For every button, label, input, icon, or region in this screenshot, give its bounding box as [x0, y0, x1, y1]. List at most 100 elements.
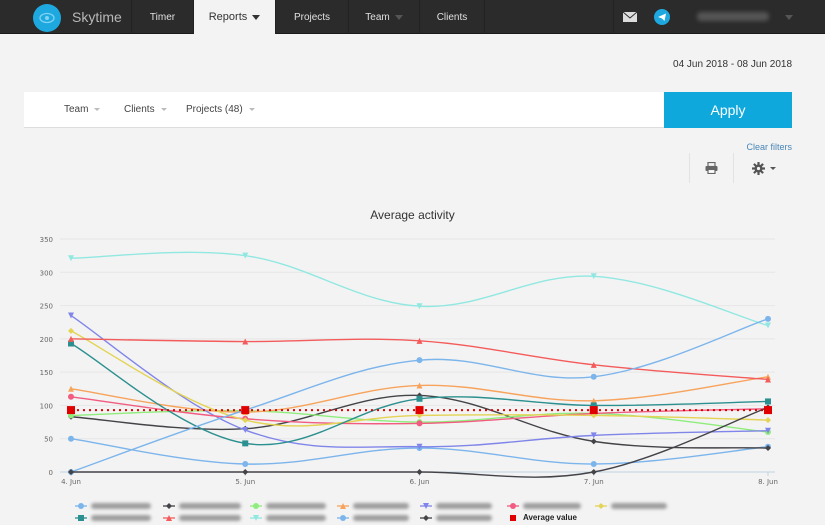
legend-item[interactable]	[507, 500, 581, 511]
data-point	[166, 502, 172, 509]
legend-marker-icon	[250, 502, 262, 510]
mail-icon	[622, 12, 637, 22]
data-point	[765, 417, 771, 424]
eye-icon	[39, 12, 55, 24]
legend-marker-icon	[75, 514, 87, 522]
legend-label	[179, 502, 241, 509]
legend-label	[266, 514, 326, 521]
data-point	[416, 357, 423, 364]
legend-item[interactable]	[337, 512, 409, 523]
legend-marker-icon	[337, 514, 349, 522]
nav-team[interactable]: Team	[348, 0, 419, 34]
chart-title: Average activity	[370, 208, 455, 222]
chevron-down-icon	[769, 166, 776, 170]
clear-filters-link[interactable]: Clear filters	[746, 142, 792, 152]
team-filter-label: Team	[64, 104, 89, 115]
apply-button[interactable]: Apply	[664, 92, 792, 128]
x-tick-label: 4. Jun	[61, 478, 81, 486]
x-tick-label: 8. Jun	[758, 478, 778, 486]
data-point	[590, 461, 597, 468]
y-tick-label: 50	[44, 436, 53, 444]
telegram-icon	[654, 9, 670, 25]
data-point	[589, 406, 598, 415]
data-point	[590, 469, 597, 475]
filter-bar: Team Clients Projects (48)	[24, 92, 664, 128]
nav-clients[interactable]: Clients	[419, 0, 485, 34]
y-tick-label: 250	[40, 303, 53, 311]
x-tick-label: 5. Jun	[235, 478, 255, 486]
data-point	[242, 440, 249, 447]
legend-marker-icon	[507, 502, 519, 510]
data-point	[68, 393, 74, 400]
data-point	[242, 461, 249, 468]
print-button[interactable]	[689, 153, 733, 183]
data-point	[242, 427, 249, 434]
chevron-down-icon	[784, 14, 793, 20]
mail-button[interactable]	[613, 0, 645, 34]
nav-clients-label: Clients	[436, 11, 468, 23]
print-icon	[705, 162, 718, 174]
team-filter[interactable]: Team	[64, 104, 101, 115]
legend-label	[523, 502, 581, 509]
chevron-down-icon	[160, 107, 167, 111]
data-point	[510, 514, 516, 521]
data-point	[416, 469, 423, 475]
data-point	[253, 502, 259, 509]
projects-filter[interactable]: Projects (48)	[186, 104, 255, 115]
legend-item[interactable]	[75, 512, 151, 523]
y-tick-label: 0	[49, 469, 53, 477]
clients-filter[interactable]: Clients	[124, 104, 167, 115]
legend-item[interactable]	[163, 512, 241, 523]
legend-marker-icon	[595, 502, 607, 510]
legend-label	[179, 514, 241, 521]
legend-item[interactable]	[250, 512, 326, 523]
nav-projects[interactable]: Projects	[275, 0, 348, 34]
legend-label: Average value	[523, 513, 577, 522]
data-point	[598, 502, 604, 509]
legend-label	[266, 502, 326, 509]
data-point	[765, 398, 771, 405]
legend-label	[611, 502, 667, 509]
legend-item[interactable]	[420, 500, 492, 511]
legend-marker-icon	[420, 502, 432, 510]
y-tick-label: 100	[40, 402, 53, 410]
nav-team-label: Team	[365, 11, 390, 23]
data-point	[590, 373, 597, 380]
date-range[interactable]: 04 Jun 2018 - 08 Jun 2018	[673, 59, 792, 70]
legend-item[interactable]	[420, 512, 492, 523]
series-lines	[67, 251, 772, 478]
nav-timer-label: Timer	[149, 11, 176, 23]
legend-label	[91, 502, 151, 509]
data-point	[78, 502, 84, 509]
telegram-button[interactable]	[648, 0, 676, 34]
legend-item[interactable]: Average value	[507, 512, 577, 523]
user-menu-toggle[interactable]	[778, 0, 794, 34]
skytime-logo[interactable]	[33, 4, 61, 32]
legend-item[interactable]	[163, 500, 241, 511]
legend-item[interactable]	[75, 500, 151, 511]
x-tick-label: 6. Jun	[410, 478, 430, 486]
user-name[interactable]	[697, 12, 769, 21]
data-point	[416, 420, 423, 427]
settings-button[interactable]	[733, 153, 793, 183]
gear-icon	[751, 161, 765, 175]
brand-name: Skytime	[72, 9, 122, 25]
data-point	[68, 435, 74, 442]
nav-timer[interactable]: Timer	[131, 0, 193, 34]
data-point	[242, 469, 249, 475]
nav-reports[interactable]: Reports	[193, 0, 275, 34]
legend-marker-icon	[163, 514, 175, 522]
data-point	[510, 502, 516, 509]
data-point	[423, 514, 429, 521]
legend-item[interactable]	[595, 500, 667, 511]
projects-filter-label: Projects (48)	[186, 104, 243, 115]
activity-line-chart: 0 50 100 150 200 250 300 350 4. Jun 5. Jun 6. Jun…	[40, 236, 778, 486]
legend-label	[91, 514, 151, 521]
y-tick-label: 200	[40, 336, 53, 344]
legend-marker-icon	[250, 514, 262, 522]
legend-item[interactable]	[250, 500, 326, 511]
legend-marker-icon	[163, 502, 175, 510]
top-navbar: Skytime Timer Reports Projects Team Clie…	[0, 0, 825, 34]
legend-item[interactable]	[337, 500, 409, 511]
clients-filter-label: Clients	[124, 104, 155, 115]
